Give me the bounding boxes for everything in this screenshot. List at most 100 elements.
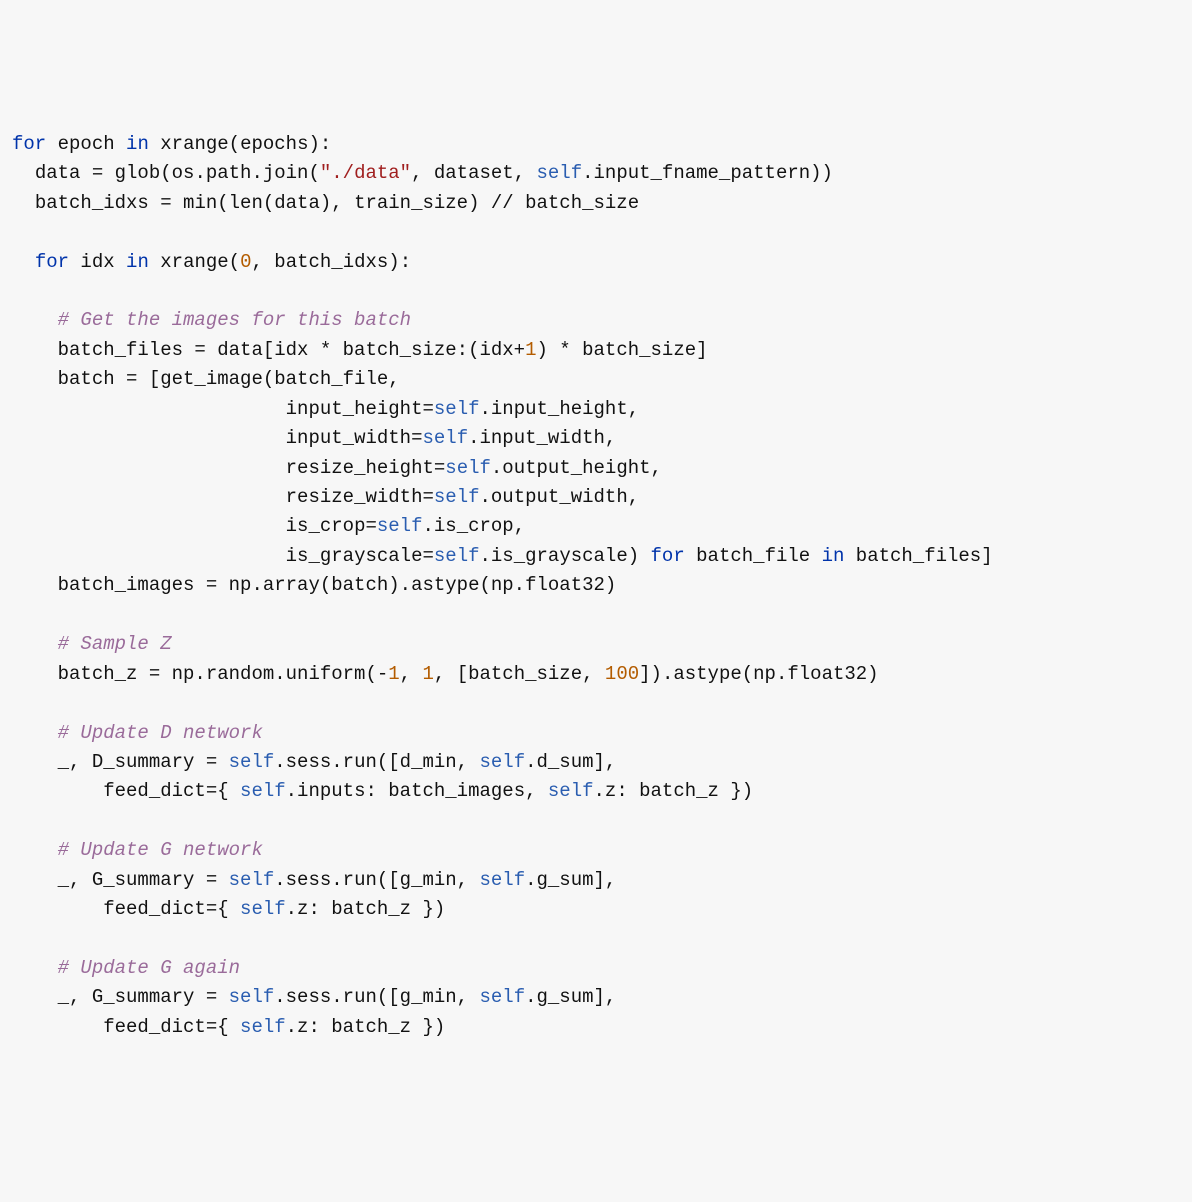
indent <box>12 336 58 365</box>
token-slf: self <box>434 545 480 567</box>
indent <box>12 454 286 483</box>
indent <box>12 512 286 541</box>
token-num: 1 <box>525 339 536 361</box>
token-plain: .z: batch_z }) <box>286 898 446 920</box>
token-slf: self <box>434 486 480 508</box>
token-plain: is_grayscale= <box>286 545 434 567</box>
indent <box>12 630 58 659</box>
indent <box>12 719 58 748</box>
token-slf: self <box>240 1016 286 1038</box>
code-line: batch = [get_image(batch_file, <box>12 365 1180 394</box>
token-plain: _, D_summary = <box>58 751 229 773</box>
code-line: for idx in xrange(0, batch_idxs): <box>12 248 1180 277</box>
indent <box>12 395 286 424</box>
token-plain: epoch <box>46 133 126 155</box>
indent <box>12 983 58 1012</box>
code-line <box>12 925 1180 954</box>
token-kw: for <box>651 545 685 567</box>
code-line: _, G_summary = self.sess.run([g_min, sel… <box>12 866 1180 895</box>
indent <box>12 895 103 924</box>
token-kw: in <box>126 133 149 155</box>
token-num: 1 <box>388 663 399 685</box>
token-com: # Sample Z <box>58 633 172 655</box>
token-slf: self <box>479 986 525 1008</box>
token-slf: self <box>240 898 286 920</box>
code-line <box>12 601 1180 630</box>
token-plain: .output_height, <box>491 457 662 479</box>
token-slf: self <box>445 457 491 479</box>
token-plain: batch_file <box>685 545 822 567</box>
token-plain: batch_images = np.array(batch).astype(np… <box>58 574 617 596</box>
token-slf: self <box>537 162 583 184</box>
code-line: batch_z = np.random.uniform(-1, 1, [batc… <box>12 660 1180 689</box>
code-line <box>12 689 1180 718</box>
code-line: # Update G again <box>12 954 1180 983</box>
token-plain: input_height= <box>286 398 434 420</box>
token-plain: .inputs: batch_images, <box>286 780 548 802</box>
token-num: 100 <box>605 663 639 685</box>
indent <box>12 248 35 277</box>
token-plain: idx <box>69 251 126 273</box>
code-line: # Update G network <box>12 836 1180 865</box>
token-kw: for <box>12 133 46 155</box>
token-slf: self <box>229 869 275 891</box>
token-plain: , dataset, <box>411 162 536 184</box>
code-line: feed_dict={ self.z: batch_z }) <box>12 895 1180 924</box>
code-line: _, G_summary = self.sess.run([g_min, sel… <box>12 983 1180 1012</box>
token-plain: feed_dict={ <box>103 1016 240 1038</box>
indent <box>12 306 58 335</box>
token-plain: .sess.run([g_min, <box>274 986 479 1008</box>
code-block: for epoch in xrange(epochs): data = glob… <box>12 130 1180 1043</box>
token-plain: .input_width, <box>468 427 616 449</box>
token-slf: self <box>229 986 275 1008</box>
token-plain: is_crop= <box>286 515 377 537</box>
token-plain: xrange( <box>149 251 240 273</box>
indent <box>12 189 35 218</box>
code-line <box>12 218 1180 247</box>
indent <box>12 424 286 453</box>
indent <box>12 954 58 983</box>
token-slf: self <box>377 515 423 537</box>
code-line: _, D_summary = self.sess.run([d_min, sel… <box>12 748 1180 777</box>
token-plain: batch = [get_image(batch_file, <box>58 368 400 390</box>
token-slf: self <box>434 398 480 420</box>
token-com: # Update G network <box>58 839 263 861</box>
token-plain: .g_sum], <box>525 986 616 1008</box>
code-line <box>12 807 1180 836</box>
token-plain: data = glob(os.path.join( <box>35 162 320 184</box>
token-plain: batch_z = np.random.uniform(- <box>58 663 389 685</box>
token-com: # Get the images for this batch <box>58 309 411 331</box>
code-line: feed_dict={ self.z: batch_z }) <box>12 1013 1180 1042</box>
code-line: is_crop=self.is_crop, <box>12 512 1180 541</box>
code-line: resize_width=self.output_width, <box>12 483 1180 512</box>
token-plain: _, G_summary = <box>58 986 229 1008</box>
indent <box>12 542 286 571</box>
indent <box>12 159 35 188</box>
token-plain: input_width= <box>286 427 423 449</box>
token-plain: ]).astype(np.float32) <box>639 663 878 685</box>
token-plain: , <box>400 663 423 685</box>
token-plain: .z: batch_z }) <box>594 780 754 802</box>
token-plain: , batch_idxs): <box>251 251 411 273</box>
indent <box>12 748 58 777</box>
token-slf: self <box>548 780 594 802</box>
token-slf: self <box>229 751 275 773</box>
token-plain: _, G_summary = <box>58 869 229 891</box>
token-slf: self <box>479 751 525 773</box>
token-plain: batch_files] <box>844 545 992 567</box>
token-slf: self <box>422 427 468 449</box>
token-plain: .g_sum], <box>525 869 616 891</box>
code-line: # Get the images for this batch <box>12 306 1180 335</box>
token-plain: .is_crop, <box>422 515 525 537</box>
token-plain: resize_width= <box>286 486 434 508</box>
indent <box>12 571 58 600</box>
code-line: # Sample Z <box>12 630 1180 659</box>
indent <box>12 483 286 512</box>
token-num: 0 <box>240 251 251 273</box>
code-line: resize_height=self.output_height, <box>12 454 1180 483</box>
code-line: batch_idxs = min(len(data), train_size) … <box>12 189 1180 218</box>
token-kw: in <box>822 545 845 567</box>
token-plain: feed_dict={ <box>103 898 240 920</box>
indent <box>12 660 58 689</box>
token-num: 1 <box>422 663 433 685</box>
